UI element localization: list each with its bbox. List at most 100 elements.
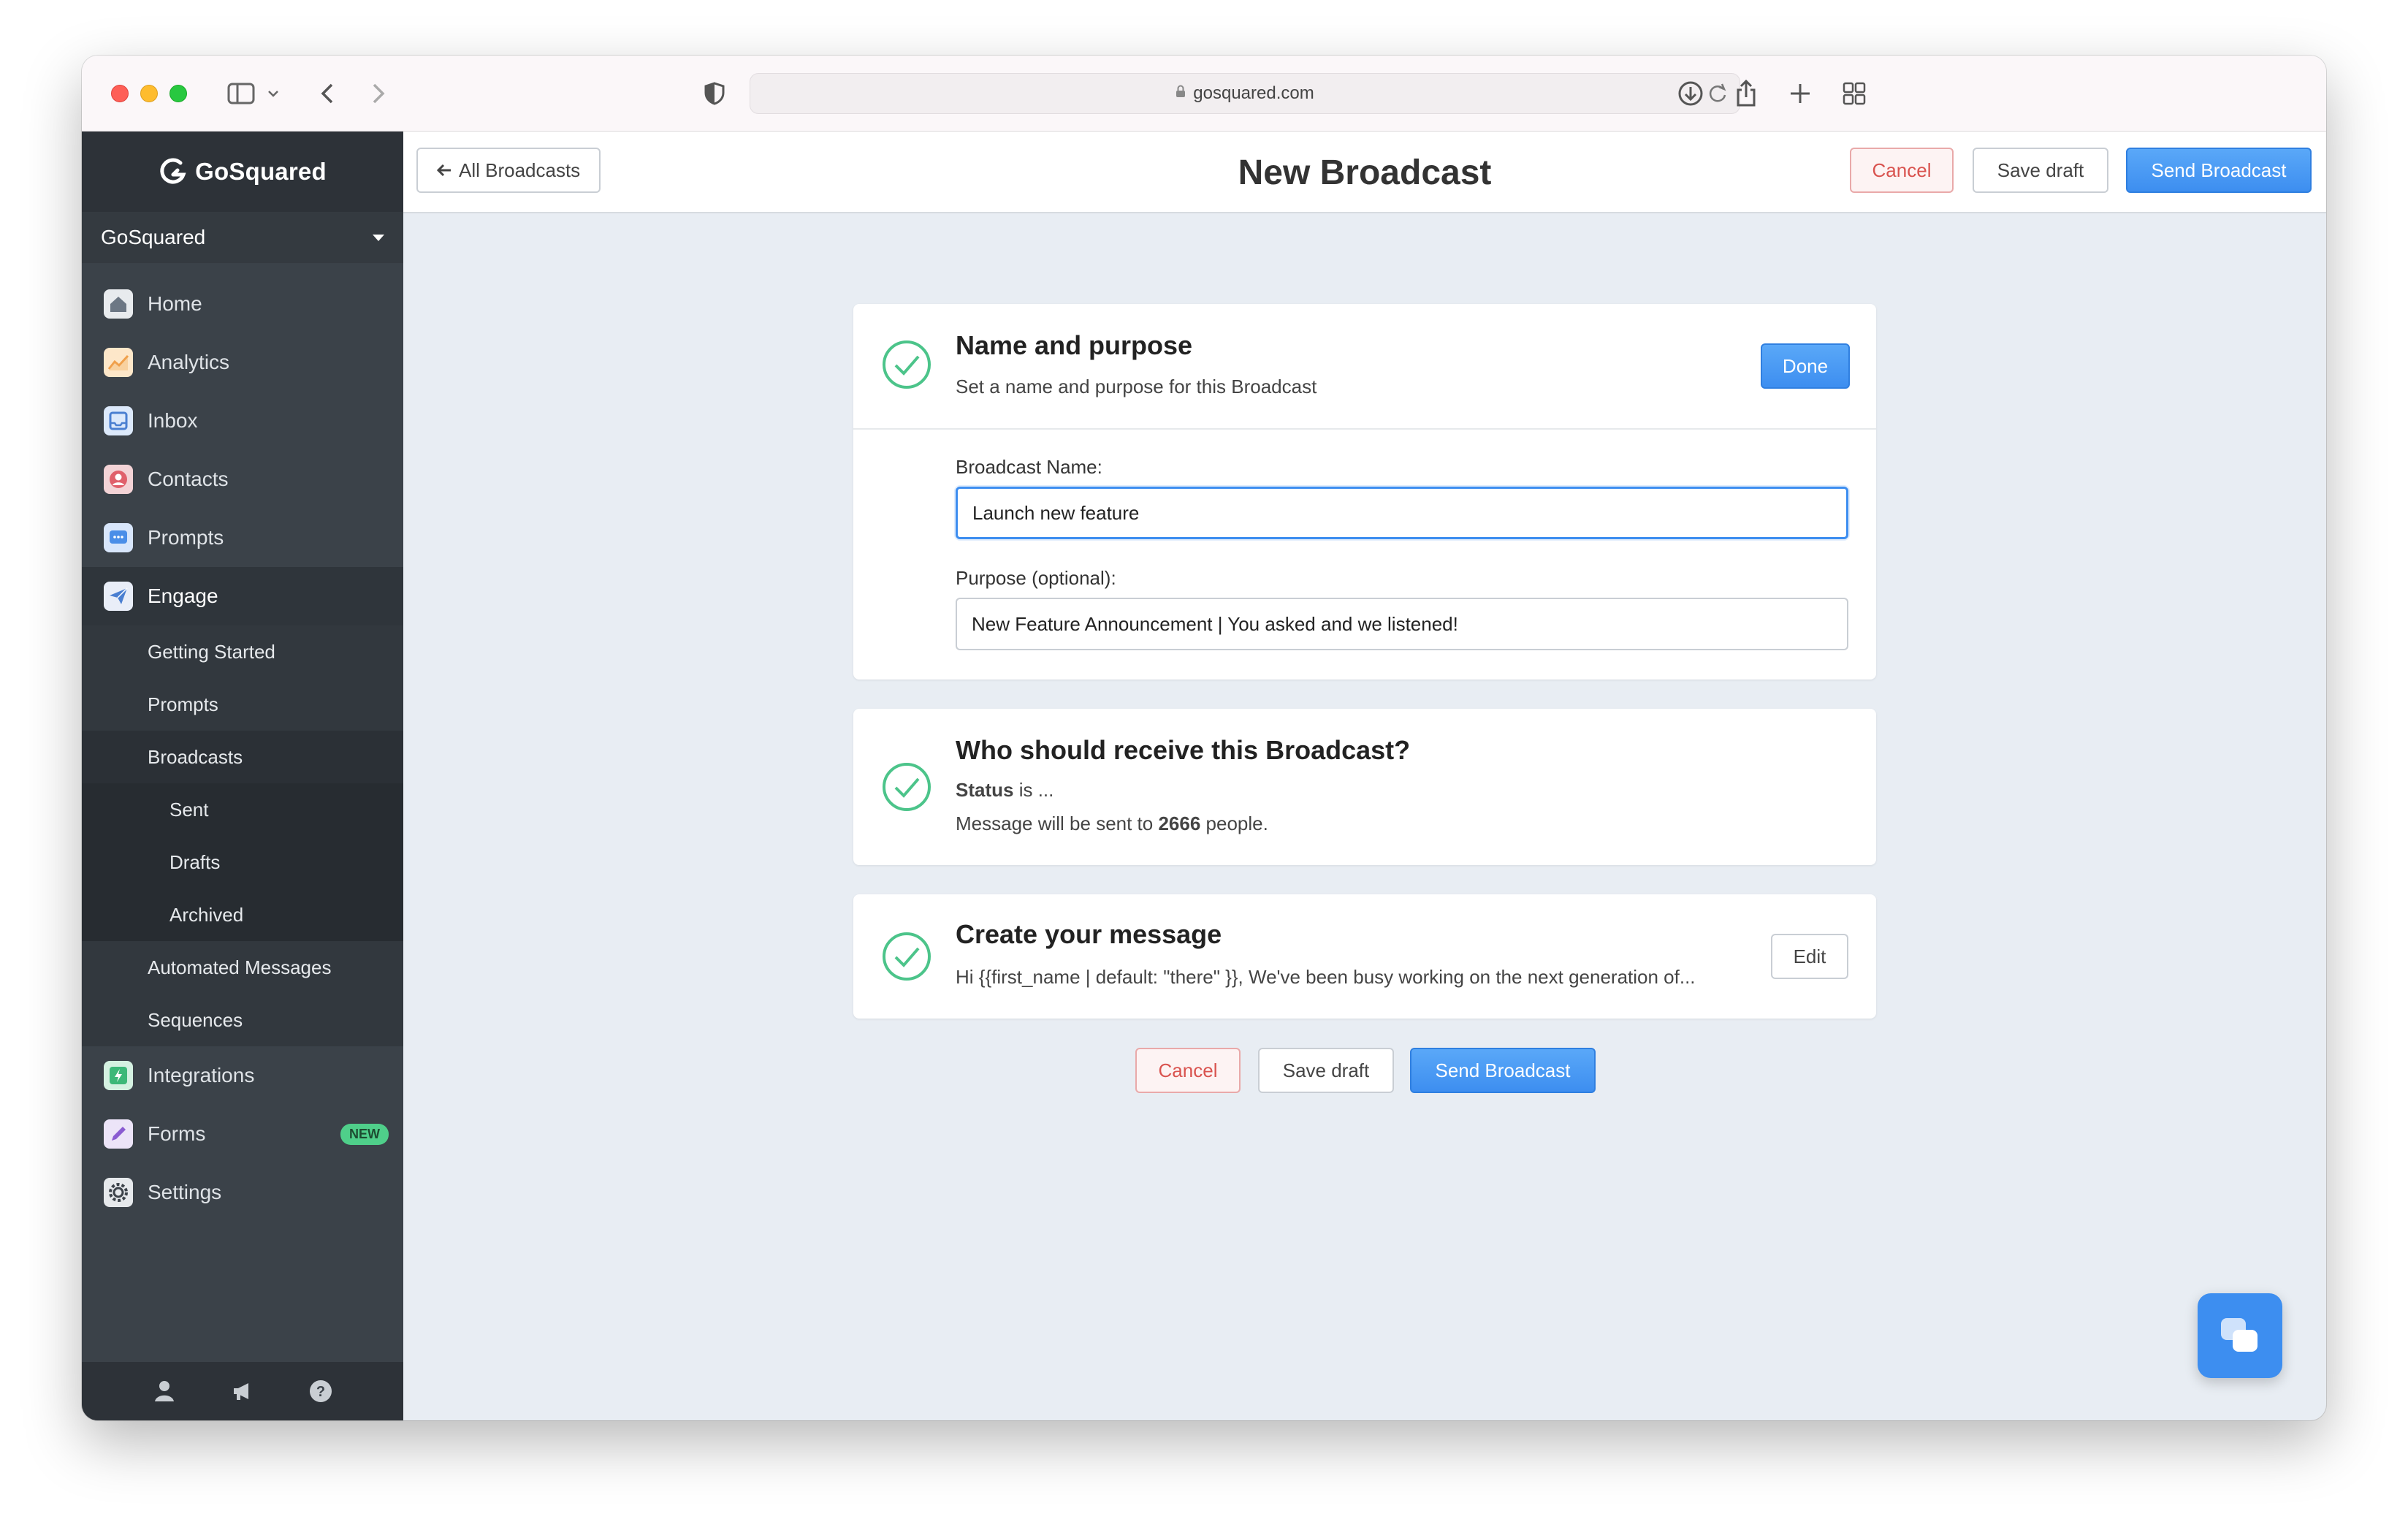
download-icon[interactable]	[1674, 77, 1707, 110]
sidebar-item-home[interactable]: Home	[82, 275, 403, 333]
page-header: New Broadcast All Broadcasts Cancel Save…	[403, 132, 2326, 213]
analytics-chart-icon	[104, 348, 133, 377]
forward-arrow-icon[interactable]	[364, 77, 393, 110]
chat-widget-button[interactable]	[2198, 1293, 2282, 1378]
sidebar-item-integrations[interactable]: Integrations	[82, 1046, 403, 1105]
sidebar-item-prompts[interactable]: Prompts	[82, 509, 403, 567]
home-icon	[104, 289, 133, 319]
send-broadcast-button[interactable]: Send Broadcast	[2126, 148, 2312, 193]
arrow-left-icon	[437, 164, 451, 177]
edit-message-button[interactable]: Edit	[1771, 934, 1848, 979]
sidebar-nav: Home Analytics Inbox Contacts Prompts En…	[82, 263, 403, 1222]
user-profile-icon[interactable]	[150, 1377, 179, 1406]
chat-bubbles-icon	[2221, 1318, 2258, 1352]
sidebar-footer: ?	[82, 1362, 403, 1420]
footer-send-broadcast-button[interactable]: Send Broadcast	[1410, 1048, 1596, 1093]
name-purpose-card: Name and purpose Set a name and purpose …	[853, 304, 1876, 680]
sidebar-item-label: Home	[148, 292, 202, 315]
recipient-count: 2666	[1158, 812, 1201, 834]
sidebar-item-label: Integrations	[148, 1064, 255, 1086]
footer-cancel-button[interactable]: Cancel	[1135, 1048, 1241, 1093]
sidebar-subitem-getting-started[interactable]: Getting Started	[82, 625, 403, 678]
tab-overview-icon[interactable]	[1838, 77, 1870, 110]
minimize-window-button[interactable]	[140, 85, 158, 102]
sidebar-subitem-broadcasts[interactable]: Broadcasts	[82, 731, 403, 783]
zoom-window-button[interactable]	[169, 85, 187, 102]
gear-icon	[104, 1178, 133, 1207]
sidebar-item-forms[interactable]: Forms NEW	[82, 1105, 403, 1163]
sidebar-item-label: Prompts	[148, 526, 224, 549]
sidebar-item-label: Settings	[148, 1181, 222, 1203]
card-title: Create your message	[956, 919, 1222, 949]
recipient-suffix: people.	[1200, 812, 1268, 834]
inbox-icon	[104, 406, 133, 435]
brand-name: GoSquared	[195, 158, 327, 185]
status-value: is ...	[1013, 779, 1054, 801]
new-badge: NEW	[340, 1124, 389, 1145]
check-circle-icon	[883, 340, 931, 389]
sidebar-subitem-archived[interactable]: Archived	[82, 888, 403, 941]
new-tab-plus-icon[interactable]	[1784, 77, 1816, 110]
caret-down-icon	[373, 234, 384, 241]
footer-save-draft-button[interactable]: Save draft	[1258, 1048, 1394, 1093]
contacts-person-icon	[104, 465, 133, 494]
integrations-bolt-icon	[104, 1061, 133, 1090]
gosquared-logo-icon	[160, 158, 186, 184]
all-broadcasts-label: All Broadcasts	[459, 159, 581, 181]
sidebar-item-contacts[interactable]: Contacts	[82, 450, 403, 509]
sidebar-subitem-prompts[interactable]: Prompts	[82, 678, 403, 731]
card-title: Name and purpose	[956, 330, 1193, 360]
all-broadcasts-button[interactable]: All Broadcasts	[416, 148, 601, 193]
broadcasts-submenu: Sent Drafts Archived	[82, 783, 403, 941]
back-arrow-icon[interactable]	[313, 77, 342, 110]
status-filter-text: Status is ...	[956, 779, 1054, 802]
sidebar-item-engage[interactable]: Engage	[82, 567, 403, 625]
close-window-button[interactable]	[111, 85, 129, 102]
cancel-button[interactable]: Cancel	[1850, 148, 1954, 193]
status-label: Status	[956, 779, 1014, 801]
sidebar-toggle-icon[interactable]	[225, 77, 257, 110]
save-draft-button[interactable]: Save draft	[1973, 148, 2108, 193]
sidebar-subitem-sent[interactable]: Sent	[82, 783, 403, 836]
paper-plane-icon	[104, 582, 133, 611]
sidebar-item-analytics[interactable]: Analytics	[82, 333, 403, 392]
lock-icon	[1176, 85, 1186, 102]
card-divider	[853, 428, 1876, 430]
recipient-prefix: Message will be sent to	[956, 812, 1159, 834]
sidebar-item-label: Contacts	[148, 468, 229, 490]
sidebar-subitem-automated-messages[interactable]: Automated Messages	[82, 941, 403, 994]
broadcast-name-input[interactable]	[956, 487, 1848, 539]
card-subtitle: Set a name and purpose for this Broadcas…	[956, 376, 1317, 397]
message-preview: Hi {{first_name | default: "there" }}, W…	[956, 966, 1696, 988]
url-text: gosquared.com	[1193, 83, 1314, 103]
purpose-input[interactable]	[956, 598, 1848, 650]
address-bar[interactable]: gosquared.com	[750, 73, 1740, 114]
engage-submenu: Getting Started Prompts Broadcasts Sent …	[82, 625, 403, 1046]
message-card: Create your message Hi {{first_name | de…	[853, 894, 1876, 1019]
privacy-shield-icon[interactable]	[700, 77, 729, 110]
sidebar-item-label: Analytics	[148, 351, 230, 373]
sidebar-item-label: Inbox	[148, 409, 198, 432]
prompts-chat-icon	[104, 523, 133, 552]
sidebar-subitem-sequences[interactable]: Sequences	[82, 994, 403, 1046]
brand-logo[interactable]: GoSquared	[82, 132, 403, 212]
help-icon[interactable]: ?	[306, 1377, 335, 1406]
browser-window: gosquared.com GoSquared GoSquared Home A…	[82, 56, 2326, 1420]
purpose-label: Purpose (optional):	[956, 567, 1116, 589]
account-switcher[interactable]: GoSquared	[82, 212, 403, 263]
broadcast-name-label: Broadcast Name:	[956, 456, 1102, 478]
sidebar-item-settings[interactable]: Settings	[82, 1163, 403, 1222]
card-title: Who should receive this Broadcast?	[956, 735, 1411, 765]
recipient-count-text: Message will be sent to 2666 people.	[956, 812, 1268, 835]
reload-icon[interactable]	[1707, 83, 1728, 110]
chevron-down-icon[interactable]	[264, 77, 282, 110]
sidebar-item-label: Forms	[148, 1122, 206, 1145]
share-icon[interactable]	[1730, 77, 1762, 110]
account-name: GoSquared	[101, 226, 206, 248]
done-button[interactable]: Done	[1761, 343, 1850, 389]
sidebar-subitem-drafts[interactable]: Drafts	[82, 836, 403, 888]
check-circle-icon	[883, 932, 931, 981]
check-circle-icon	[883, 763, 931, 811]
megaphone-icon[interactable]	[228, 1377, 257, 1406]
sidebar-item-inbox[interactable]: Inbox	[82, 392, 403, 450]
